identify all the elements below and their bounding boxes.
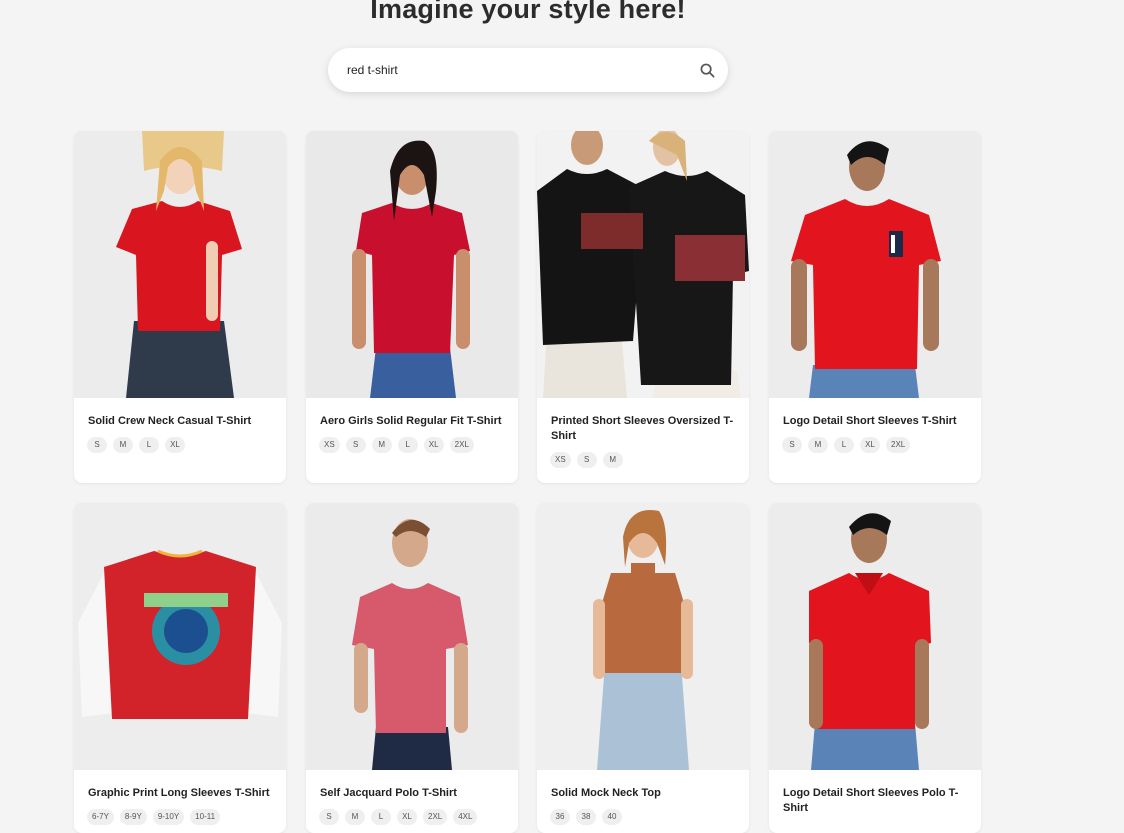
size-chip[interactable]: 2XL (449, 437, 474, 453)
product-image (537, 503, 749, 770)
size-chip[interactable]: S (87, 437, 107, 453)
product-name: Solid Crew Neck Casual T-Shirt (88, 415, 252, 427)
product-card[interactable]: Logo Detail Short Sleeves Polo T-Shirt (769, 503, 981, 833)
product-image (306, 131, 518, 398)
search-icon[interactable] (700, 63, 715, 78)
size-chip[interactable]: S (345, 437, 366, 453)
size-chip[interactable]: XL (397, 809, 417, 825)
product-name: Solid Mock Neck Top (551, 787, 661, 799)
size-chip[interactable]: 6-7Y (87, 809, 114, 825)
size-list: XS S M (550, 452, 741, 468)
product-name: Logo Detail Short Sleeves Polo T-Shirt (783, 787, 959, 814)
size-chip[interactable]: 40 (602, 809, 622, 825)
size-list: 6-7Y 8-9Y 9-10Y 10-11 (87, 809, 278, 825)
product-card[interactable]: Self Jacquard Polo T-Shirt S M L XL 2XL … (306, 503, 518, 833)
product-name: Graphic Print Long Sleeves T-Shirt (88, 787, 270, 799)
product-name: Aero Girls Solid Regular Fit T-Shirt (320, 415, 502, 427)
product-card[interactable]: Solid Mock Neck Top 36 38 40 (537, 503, 749, 833)
size-list: S M L XL 2XL 4XL (319, 809, 510, 825)
size-chip[interactable]: M (602, 452, 623, 468)
size-chip[interactable]: S (319, 809, 339, 825)
product-name: Printed Short Sleeves Oversized T-Shirt (551, 415, 734, 442)
size-chip[interactable]: XL (860, 437, 880, 453)
size-chip[interactable]: 4XL (453, 809, 478, 825)
product-name: Logo Detail Short Sleeves T-Shirt (783, 415, 957, 427)
size-list: 36 38 40 (550, 809, 741, 825)
size-chip[interactable]: L (371, 809, 391, 825)
product-image (74, 503, 286, 770)
page-title: Imagine your style here! (370, 0, 686, 24)
product-card[interactable]: Aero Girls Solid Regular Fit T-Shirt XS … (306, 131, 518, 483)
size-list: S M L XL 2XL (782, 437, 973, 453)
size-chip[interactable]: XS (319, 437, 340, 453)
size-list: S M L XL (87, 437, 278, 453)
search-bar (328, 48, 728, 92)
size-chip[interactable]: 8-9Y (119, 809, 147, 825)
size-chip[interactable]: 9-10Y (152, 809, 185, 825)
product-card[interactable]: Solid Crew Neck Casual T-Shirt S M L XL (74, 131, 286, 483)
size-chip[interactable]: M (345, 809, 365, 825)
product-image (537, 131, 749, 398)
size-chip[interactable]: L (834, 437, 854, 453)
size-list: XS S M L XL 2XL (319, 437, 510, 453)
product-image (306, 503, 518, 770)
size-chip[interactable]: L (397, 437, 418, 453)
size-chip[interactable]: 10-11 (190, 809, 221, 825)
size-chip[interactable]: 38 (576, 809, 596, 825)
size-chip[interactable]: XL (165, 437, 185, 453)
size-chip[interactable]: L (139, 437, 159, 453)
size-chip[interactable]: XS (550, 452, 571, 468)
size-chip[interactable]: 2XL (886, 437, 911, 453)
product-card[interactable]: Logo Detail Short Sleeves T-Shirt S M L … (769, 131, 981, 483)
product-image (74, 131, 286, 398)
product-card[interactable]: Graphic Print Long Sleeves T-Shirt 6-7Y … (74, 503, 286, 833)
product-image (769, 131, 981, 398)
product-card[interactable]: Printed Short Sleeves Oversized T-Shirt … (537, 131, 749, 483)
size-chip[interactable]: XL (423, 437, 444, 453)
size-chip[interactable]: M (113, 437, 133, 453)
size-chip[interactable]: 36 (550, 809, 570, 825)
size-chip[interactable]: M (808, 437, 828, 453)
search-input[interactable] (347, 60, 687, 80)
size-chip[interactable]: 2XL (423, 809, 448, 825)
product-name: Self Jacquard Polo T-Shirt (320, 787, 457, 799)
size-chip[interactable]: S (576, 452, 597, 468)
product-image (769, 503, 981, 770)
size-chip[interactable]: S (782, 437, 802, 453)
size-chip[interactable]: M (371, 437, 392, 453)
